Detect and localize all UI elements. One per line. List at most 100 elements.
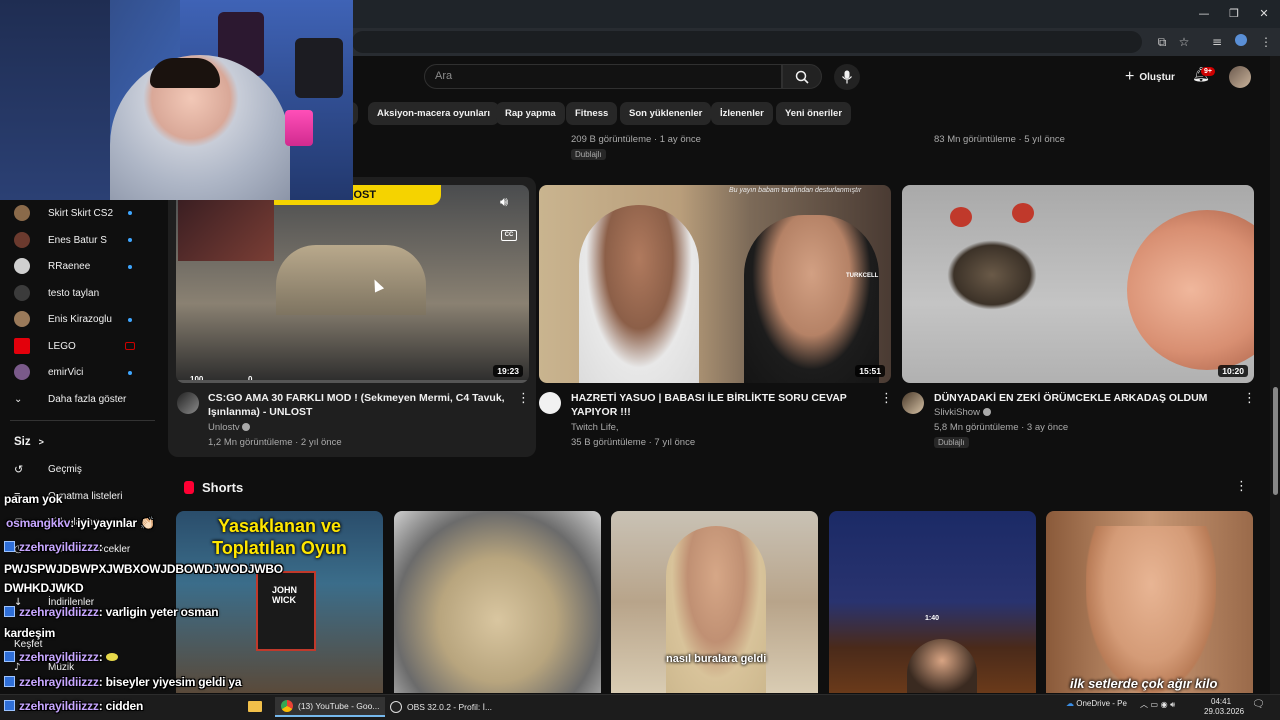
create-button[interactable]: + Oluştur (1117, 66, 1183, 88)
cam-shelf (0, 0, 110, 200)
install-app-icon[interactable]: ⧉ (1154, 34, 1170, 50)
taskbar-item-chrome[interactable]: (13) YouTube - Goo... (275, 697, 386, 717)
short-card[interactable]: Yasaklanan ve Toplatılan Oyun JOHN WICK (176, 511, 383, 693)
sidebar-show-more[interactable]: ⌄ Daha fazla göster (14, 388, 126, 410)
chat-message: zzehrayildiizzz: (4, 540, 103, 554)
video-title[interactable]: CS:GO AMA 30 FARKLI MOD ! (Sekmeyen Merm… (208, 391, 508, 419)
channel-avatar (14, 311, 30, 327)
shorts-title: Shorts (202, 480, 244, 495)
cam-hair (150, 58, 220, 88)
short-person (666, 526, 766, 693)
video-thumbnail[interactable]: UNLOST 🔊︎ CC 100 0 19:23 (176, 185, 529, 383)
profile-icon[interactable] (1233, 34, 1249, 50)
search-button[interactable] (782, 64, 822, 89)
chat-message: param yok (4, 492, 63, 506)
short-card[interactable]: ilk setlerde çok ağır kilo (1046, 511, 1253, 693)
thumb-facecam (178, 199, 274, 261)
chip-rap[interactable]: Rap yapma (496, 102, 565, 125)
captions-icon[interactable]: CC (501, 230, 517, 241)
more-actions-icon[interactable]: ⋮ (1243, 392, 1256, 406)
sidebar-item-subscription[interactable]: emirVici (14, 361, 83, 383)
sidebar-item-subscription[interactable]: Skirt Skirt CS2 (14, 202, 113, 224)
tray-icons[interactable]: ︿ ▭ ◉ 🔊︎ (1140, 699, 1175, 710)
chip-new-to-you[interactable]: Yeni öneriler (776, 102, 852, 125)
thumb-logo: TURKCELL (846, 273, 879, 279)
minimize-icon[interactable]: — (1196, 6, 1212, 22)
chat-badge-icon (4, 541, 15, 552)
sidebar-divider (10, 420, 155, 421)
channel-avatar (14, 338, 30, 354)
new-content-dot (128, 265, 132, 269)
cloud-icon: ☁︎ (1066, 699, 1074, 708)
short-game-title: JOHN WICK (272, 585, 298, 605)
search-icon (795, 70, 809, 84)
sidebar-item-subscription[interactable]: RRaenee (14, 255, 90, 277)
file-explorer-icon[interactable] (248, 701, 262, 712)
chat-message: zzehrayildiizzz: biseyler yiyesim geldi … (4, 675, 242, 689)
channel-avatar[interactable] (539, 392, 561, 414)
channel-avatar (14, 285, 30, 301)
video-thumbnail[interactable]: 10:20 (902, 185, 1254, 383)
address-field[interactable] (352, 31, 1142, 53)
short-card[interactable] (394, 511, 601, 693)
sidebar-item-history[interactable]: ↺ Geçmiş (14, 458, 82, 480)
short-person (1086, 526, 1216, 693)
short-caption: Yasaklanan ve Toplatılan Oyun (212, 516, 347, 558)
tray-time[interactable]: 04:41 (1211, 697, 1231, 706)
page-scrollbar[interactable] (1270, 56, 1280, 694)
channel-avatar (14, 364, 30, 380)
microphone-icon (842, 70, 852, 84)
tray-date[interactable]: 29.03.2026 (1204, 707, 1244, 716)
video-meta: 1,2 Mn görüntüleme · 2 yıl önce (208, 437, 342, 448)
video-title[interactable]: HAZRETİ YASUO | BABASI İLE BİRLİKTE SORU… (571, 391, 877, 419)
chat-badge-icon (4, 651, 15, 662)
volume-icon[interactable]: 🔊︎ (500, 195, 508, 210)
video-channel[interactable]: Twitch Life, (571, 422, 619, 433)
voice-search-button[interactable] (834, 64, 860, 90)
scrollbar-thumb[interactable] (1273, 387, 1278, 495)
video-channel[interactable]: SlivkiShow (934, 407, 991, 418)
video-thumbnail[interactable]: Bu yayın babam tarafından desturlanmıştı… (539, 185, 891, 383)
search-input[interactable]: Ara (424, 64, 782, 89)
emote-icon (105, 653, 118, 661)
video-title[interactable]: DÜNYADAKİ EN ZEKİ ÖRÜMCEKLE ARKADAŞ OLDU… (934, 391, 1240, 405)
close-icon[interactable]: ✕ (1256, 6, 1272, 22)
media-controls-icon[interactable]: ≡ (1209, 34, 1225, 50)
browser-menu-icon[interactable]: ⋮ (1258, 34, 1274, 50)
short-person (907, 639, 977, 693)
chip-fitness[interactable]: Fitness (566, 102, 618, 125)
chat-message: DWHKDJWKD (4, 581, 84, 595)
new-content-dot (128, 371, 132, 375)
sidebar-item-subscription[interactable]: Enes Batur S (14, 229, 107, 251)
plus-icon: + (1125, 68, 1135, 85)
video-channel[interactable]: Unlostv (208, 422, 251, 433)
sidebar-item-subscription[interactable]: Enis Kirazoglu (14, 308, 112, 330)
account-avatar[interactable] (1229, 66, 1251, 88)
more-actions-icon[interactable]: ⋮ (880, 392, 893, 406)
history-icon: ↺ (14, 462, 24, 476)
chip-action-adventure[interactable]: Aksiyon-macera oyunları (368, 102, 499, 125)
bookmark-star-icon[interactable]: ☆ (1176, 34, 1192, 50)
short-hud: 1:40 (925, 615, 940, 622)
restore-icon[interactable]: ❐ (1226, 6, 1242, 22)
channel-avatar[interactable] (177, 392, 199, 414)
video-meta: 35 B görüntüleme · 7 yıl önce (571, 437, 696, 448)
video-duration: 19:23 (493, 365, 523, 377)
taskbar-item-obs[interactable]: OBS 32.0.2 - Profil: İ... (384, 697, 498, 717)
short-card[interactable]: 1:40 (829, 511, 1036, 693)
notification-center-icon[interactable]: 🗨︎ (1252, 699, 1265, 710)
cam-jersey (295, 38, 343, 98)
more-actions-icon[interactable]: ⋮ (517, 392, 530, 406)
sidebar-item-subscription[interactable]: testo taylan (14, 282, 99, 304)
short-card[interactable]: nasıl buralara geldi (611, 511, 818, 693)
sidebar-item-subscription[interactable]: LEGO (14, 335, 76, 357)
sidebar-you-header[interactable]: Siz > (14, 431, 44, 453)
thumb-finger (1127, 210, 1254, 370)
chat-message: osmangkkv: iyi yayınlar 👏🏻 (6, 516, 155, 530)
shorts-more-icon[interactable]: ⋮ (1235, 480, 1248, 494)
channel-avatar[interactable] (902, 392, 924, 414)
chip-watched[interactable]: İzlenenler (711, 102, 773, 125)
chip-recently-uploaded[interactable]: Son yüklenenler (620, 102, 712, 125)
channel-avatar (14, 232, 30, 248)
tray-onedrive[interactable]: ☁︎ OneDrive - Pe (1066, 699, 1127, 708)
